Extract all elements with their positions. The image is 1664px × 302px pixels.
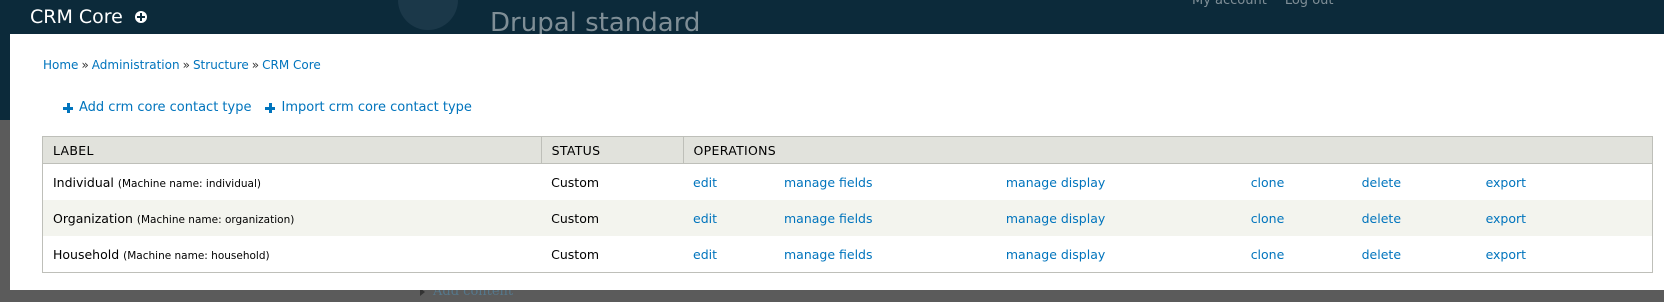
export-link[interactable]: export bbox=[1486, 247, 1527, 262]
user-menu: My account Log out bbox=[1192, 0, 1334, 8]
plus-icon bbox=[63, 102, 73, 113]
import-contact-type-link[interactable]: Import crm core contact type bbox=[265, 100, 472, 115]
edit-link[interactable]: edit bbox=[693, 211, 717, 226]
contact-type-label: Organization bbox=[53, 210, 133, 226]
edit-link[interactable]: edit bbox=[693, 247, 717, 262]
status-cell: Custom bbox=[541, 200, 684, 236]
table-row: Household (Machine name: household) Cust… bbox=[42, 236, 1653, 273]
add-contact-type-link[interactable]: Add crm core contact type bbox=[63, 100, 251, 115]
export-link[interactable]: export bbox=[1486, 175, 1527, 190]
table-row: Individual (Machine name: individual) Cu… bbox=[42, 163, 1653, 200]
overlay-content: Home» Administration» Structure» CRM Core A… bbox=[10, 34, 1664, 290]
manage-display-link[interactable]: manage display bbox=[1006, 211, 1105, 226]
status-cell: Custom bbox=[541, 163, 684, 200]
manage-display-link[interactable]: manage display bbox=[1006, 175, 1105, 190]
contact-type-label: Individual bbox=[53, 174, 114, 190]
breadcrumb-separator: » bbox=[81, 58, 89, 72]
row-label-cell: Organization (Machine name: organization… bbox=[42, 200, 542, 236]
contact-types-table: LABEL STATUS OPERATIONS Individual (Mach… bbox=[42, 136, 1653, 273]
column-header-status[interactable]: STATUS bbox=[540, 136, 684, 164]
column-header-operations: OPERATIONS bbox=[682, 136, 1653, 164]
machine-name: (Machine name: household) bbox=[123, 249, 270, 262]
status-cell: Custom bbox=[541, 236, 684, 273]
delete-link[interactable]: delete bbox=[1362, 175, 1401, 190]
breadcrumb: Home» Administration» Structure» CRM Core bbox=[43, 58, 321, 72]
breadcrumb-separator: » bbox=[182, 58, 190, 72]
breadcrumb-home[interactable]: Home bbox=[43, 58, 78, 72]
delete-link[interactable]: delete bbox=[1362, 211, 1401, 226]
breadcrumb-crm-core[interactable]: CRM Core bbox=[262, 58, 321, 72]
export-link[interactable]: export bbox=[1486, 211, 1527, 226]
delete-link[interactable]: delete bbox=[1362, 247, 1401, 262]
add-contact-type-label: Add crm core contact type bbox=[79, 100, 252, 115]
column-header-label[interactable]: LABEL bbox=[42, 136, 542, 164]
log-out-link[interactable]: Log out bbox=[1285, 0, 1334, 8]
import-contact-type-label: Import crm core contact type bbox=[281, 100, 472, 115]
overlay-title-bar: CRM Core bbox=[30, 6, 147, 28]
machine-name: (Machine name: organization) bbox=[136, 213, 295, 226]
row-label-cell: Household (Machine name: household) bbox=[42, 236, 542, 273]
add-shortcut-icon[interactable] bbox=[134, 11, 147, 23]
manage-display-link[interactable]: manage display bbox=[1006, 247, 1105, 262]
table-row: Organization (Machine name: organization… bbox=[42, 200, 1653, 236]
breadcrumb-structure[interactable]: Structure bbox=[193, 58, 249, 72]
my-account-link[interactable]: My account bbox=[1192, 0, 1267, 8]
plus-icon bbox=[265, 102, 276, 113]
manage-fields-link[interactable]: manage fields bbox=[784, 211, 873, 226]
breadcrumb-administration[interactable]: Administration bbox=[92, 58, 180, 72]
clone-link[interactable]: clone bbox=[1251, 211, 1285, 226]
table-header-row: LABEL STATUS OPERATIONS bbox=[42, 136, 1653, 164]
machine-name: (Machine name: individual) bbox=[117, 177, 261, 190]
page-title: CRM Core bbox=[30, 6, 123, 28]
manage-fields-link[interactable]: manage fields bbox=[784, 175, 873, 190]
contact-type-label: Household bbox=[53, 246, 120, 262]
clone-link[interactable]: clone bbox=[1251, 247, 1285, 262]
clone-link[interactable]: clone bbox=[1251, 175, 1285, 190]
row-label-cell: Individual (Machine name: individual) bbox=[42, 163, 542, 200]
edit-link[interactable]: edit bbox=[693, 175, 717, 190]
action-links: Add crm core contact type Import crm cor… bbox=[63, 100, 472, 115]
manage-fields-link[interactable]: manage fields bbox=[784, 247, 873, 262]
breadcrumb-separator: » bbox=[251, 58, 260, 72]
